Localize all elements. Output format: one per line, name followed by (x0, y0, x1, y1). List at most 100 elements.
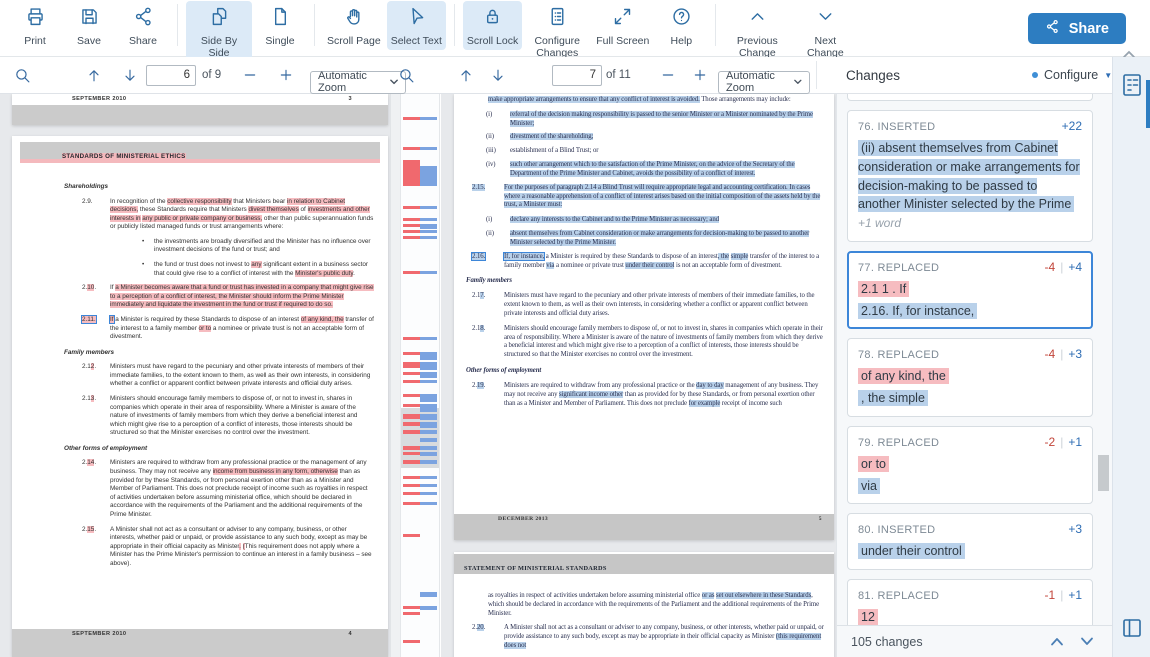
change-highlight[interactable]: declare any interests to the Cabinet and… (510, 216, 719, 223)
change-summary-icon[interactable] (1120, 72, 1144, 98)
right-page-down-icon[interactable] (490, 57, 506, 93)
side-by-side-button[interactable]: Side By Side (186, 1, 252, 63)
change-card[interactable]: 80. INSERTED+3under their control (847, 513, 1093, 570)
change-highlight[interactable]: 2.16. (472, 253, 485, 260)
minimap-insertion-mark[interactable] (420, 492, 437, 495)
minimap-deletion-mark[interactable] (403, 372, 420, 375)
minimap-deletion-mark[interactable] (403, 271, 420, 274)
select-text-button[interactable]: Select Text (387, 1, 446, 50)
scroll-page-button[interactable]: Scroll Page (323, 1, 385, 50)
change-highlight[interactable]: significant income other (559, 391, 623, 398)
change-highlight[interactable]: 20 (477, 624, 484, 631)
right-zoom-select[interactable]: Automatic Zoom (718, 71, 810, 94)
left-page-down-icon[interactable] (122, 57, 138, 93)
change-card[interactable]: 78. REPLACED-4|+3 of any kind, the, the … (847, 338, 1093, 417)
minimap-insertion-mark[interactable] (420, 166, 437, 186)
minimap-insertion-mark[interactable] (420, 452, 437, 456)
change-card-partial[interactable] (847, 94, 1093, 101)
right-document-pane[interactable]: make appropriate arrangements to ensure … (441, 94, 836, 657)
full-screen-button[interactable]: Full Screen (592, 1, 653, 50)
share-tool-button[interactable]: Share (117, 1, 169, 50)
minimap-deletion-mark[interactable] (403, 640, 420, 643)
previous-change-chevron-icon[interactable] (1042, 630, 1072, 654)
change-highlight[interactable]: or to (199, 325, 212, 332)
change-highlight[interactable]: make appropriate arrangements to ensure … (488, 96, 700, 103)
left-zoom-out-icon[interactable] (242, 57, 258, 93)
change-card[interactable]: 79. REPLACED-2|+1or tovia (847, 426, 1093, 505)
change-highlight[interactable]: 2.15. (472, 184, 485, 191)
minimap-deletion-mark[interactable] (403, 534, 420, 537)
minimap-deletion-mark[interactable] (403, 117, 420, 120)
right-zoom-out-icon[interactable] (660, 57, 676, 93)
change-highlight[interactable]: divestment of the shareholding; (510, 133, 593, 140)
print-button[interactable]: Print (9, 1, 61, 50)
minimap-deletion-mark[interactable] (403, 452, 420, 455)
minimap-insertion-mark[interactable] (420, 592, 437, 597)
change-highlight[interactable]: under their control (625, 262, 674, 269)
collapse-toolbar-chevron-icon[interactable] (1122, 46, 1136, 55)
change-highlight[interactable]: responsibility (193, 198, 231, 205)
minimap-insertion-mark[interactable] (420, 414, 437, 420)
next-change-chevron-icon[interactable] (1072, 630, 1102, 654)
configure-changes-button[interactable]: Configure Changes (524, 1, 590, 63)
minimap-deletion-mark[interactable] (403, 362, 420, 368)
change-card[interactable]: 76. INSERTED+22(ii) absent themselves fr… (847, 110, 1093, 242)
change-minimap[interactable] (400, 94, 440, 657)
left-zoom-in-icon[interactable] (278, 57, 294, 93)
minimap-deletion-mark[interactable] (403, 147, 420, 150)
minimap-deletion-mark[interactable] (403, 460, 420, 464)
change-highlight[interactable]: collective (167, 198, 193, 205)
change-highlight[interactable]: or as (702, 592, 715, 599)
share-button[interactable]: Share (1028, 13, 1126, 44)
change-highlight[interactable]: immediately and liquidate the investment… (110, 301, 333, 308)
minimap-insertion-mark[interactable] (420, 380, 437, 383)
minimap-deletion-mark[interactable] (403, 414, 420, 419)
minimap-deletion-mark[interactable] (403, 502, 420, 505)
single-button[interactable]: Single (254, 1, 306, 50)
change-highlight[interactable]: 19 (477, 382, 484, 389)
changes-scrollbar-thumb[interactable] (1098, 455, 1109, 491)
right-page-input[interactable] (552, 65, 602, 86)
minimap-insertion-mark[interactable] (420, 337, 437, 340)
change-highlight[interactable]: of any kind, the (301, 316, 344, 323)
minimap-insertion-mark[interactable] (420, 484, 437, 487)
minimap-insertion-mark[interactable] (420, 117, 437, 120)
minimap-deletion-mark[interactable] (403, 352, 420, 355)
change-highlight[interactable]: 2.11. (82, 316, 96, 323)
next-change-button[interactable]: Next Change (792, 1, 858, 63)
minimap-insertion-mark[interactable] (420, 230, 437, 233)
change-highlight[interactable]: Minister's public duty (295, 270, 353, 277)
change-highlight[interactable]: divest themselves (248, 206, 298, 213)
minimap-insertion-mark[interactable] (420, 352, 437, 360)
left-search-icon[interactable] (14, 57, 31, 93)
change-highlight[interactable]: to a perception of a conflict of interes… (110, 293, 344, 300)
change-highlight[interactable]: For the purposes of paragraph 2.14 a Bli… (504, 184, 820, 209)
left-page-up-icon[interactable] (86, 57, 102, 93)
minimap-deletion-mark[interactable] (403, 230, 420, 233)
change-highlight[interactable]: a Minister becomes aware that a fund or … (115, 284, 373, 291)
minimap-insertion-mark[interactable] (420, 218, 437, 221)
minimap-deletion-mark[interactable] (403, 606, 420, 609)
minimap-insertion-mark[interactable] (420, 271, 437, 274)
change-card[interactable]: 81. REPLACED-1|+11217 (847, 579, 1093, 625)
minimap-deletion-mark[interactable] (403, 218, 420, 221)
minimap-insertion-mark[interactable] (420, 438, 437, 442)
save-button[interactable]: Save (63, 1, 115, 50)
minimap-deletion-mark[interactable] (403, 484, 420, 487)
previous-change-button[interactable]: Previous Change (724, 1, 790, 63)
left-page-input[interactable] (146, 65, 196, 86)
change-highlight[interactable]: day to day (696, 382, 724, 389)
scroll-lock-button[interactable]: Scroll Lock (463, 1, 522, 50)
minimap-insertion-mark[interactable] (420, 362, 437, 370)
change-highlight[interactable]: If, for instance, (504, 253, 544, 260)
minimap-deletion-mark[interactable] (403, 446, 420, 450)
minimap-deletion-mark[interactable] (403, 476, 420, 479)
minimap-deletion-mark[interactable] (403, 404, 420, 407)
toggle-panel-icon[interactable] (1120, 615, 1144, 641)
change-highlight[interactable]: absent themselves from Cabinet considera… (510, 230, 809, 246)
change-highlight[interactable]: income from business in any form, otherw… (213, 468, 338, 475)
left-zoom-select[interactable]: Automatic Zoom (310, 71, 406, 94)
left-pane-scrollbar[interactable] (390, 94, 400, 657)
minimap-insertion-mark[interactable] (420, 422, 437, 428)
minimap-insertion-mark[interactable] (420, 394, 437, 402)
